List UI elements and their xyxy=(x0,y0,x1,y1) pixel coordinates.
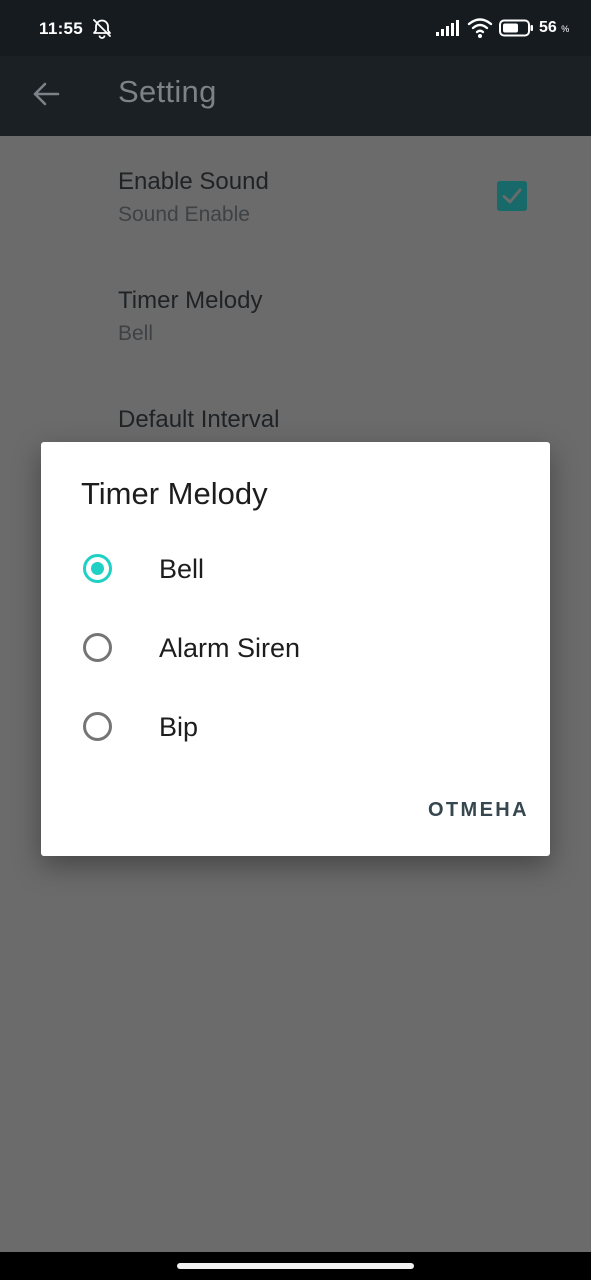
battery-icon xyxy=(499,19,533,37)
radio-option-bell[interactable]: Bell xyxy=(41,532,550,611)
signal-icon xyxy=(436,20,459,36)
pref-timer-melody[interactable]: Timer Melody Bell xyxy=(0,256,591,376)
pref-summary: Sound Enable xyxy=(118,203,250,226)
radio-option-bip[interactable]: Bip xyxy=(41,690,550,769)
radio-label: Bell xyxy=(159,554,205,584)
radio-option-alarm-siren[interactable]: Alarm Siren xyxy=(41,611,550,690)
radio-label: Alarm Siren xyxy=(159,633,301,663)
radio-dot xyxy=(91,562,104,575)
radio-unselected-icon[interactable] xyxy=(83,712,112,741)
pref-enable-sound[interactable]: Enable Sound Sound Enable xyxy=(0,136,591,256)
check-icon xyxy=(502,188,522,204)
pref-summary: Bell xyxy=(118,322,154,345)
radio-label: Bip xyxy=(159,712,199,742)
pref-title: Timer Melody xyxy=(118,287,263,314)
navigation-bar xyxy=(0,1252,591,1280)
alarm-off-icon xyxy=(93,19,111,39)
status-bar: 11:55 56 % xyxy=(0,0,591,56)
app-bar: Setting xyxy=(0,56,591,136)
timer-melody-dialog: Timer Melody Bell Alarm Siren Bip ОТМЕНА xyxy=(41,442,550,856)
radio-selected-icon[interactable] xyxy=(83,554,112,583)
back-button[interactable] xyxy=(22,70,70,118)
status-time: 11:55 xyxy=(39,19,84,38)
arrow-back-icon xyxy=(33,82,60,106)
pref-title: Default Interval xyxy=(118,406,280,433)
dialog-title: Timer Melody xyxy=(81,476,268,511)
page-title: Setting xyxy=(118,74,217,109)
sound-checkbox[interactable] xyxy=(497,181,527,211)
battery-percent: 56 % xyxy=(539,19,570,36)
cancel-button[interactable]: ОТМЕНА xyxy=(399,792,529,828)
pref-title: Enable Sound xyxy=(118,168,269,195)
home-indicator[interactable] xyxy=(177,1263,414,1269)
pref-default-interval[interactable]: Default Interval xyxy=(0,376,591,442)
radio-unselected-icon[interactable] xyxy=(83,633,112,662)
wifi-icon xyxy=(467,18,493,38)
